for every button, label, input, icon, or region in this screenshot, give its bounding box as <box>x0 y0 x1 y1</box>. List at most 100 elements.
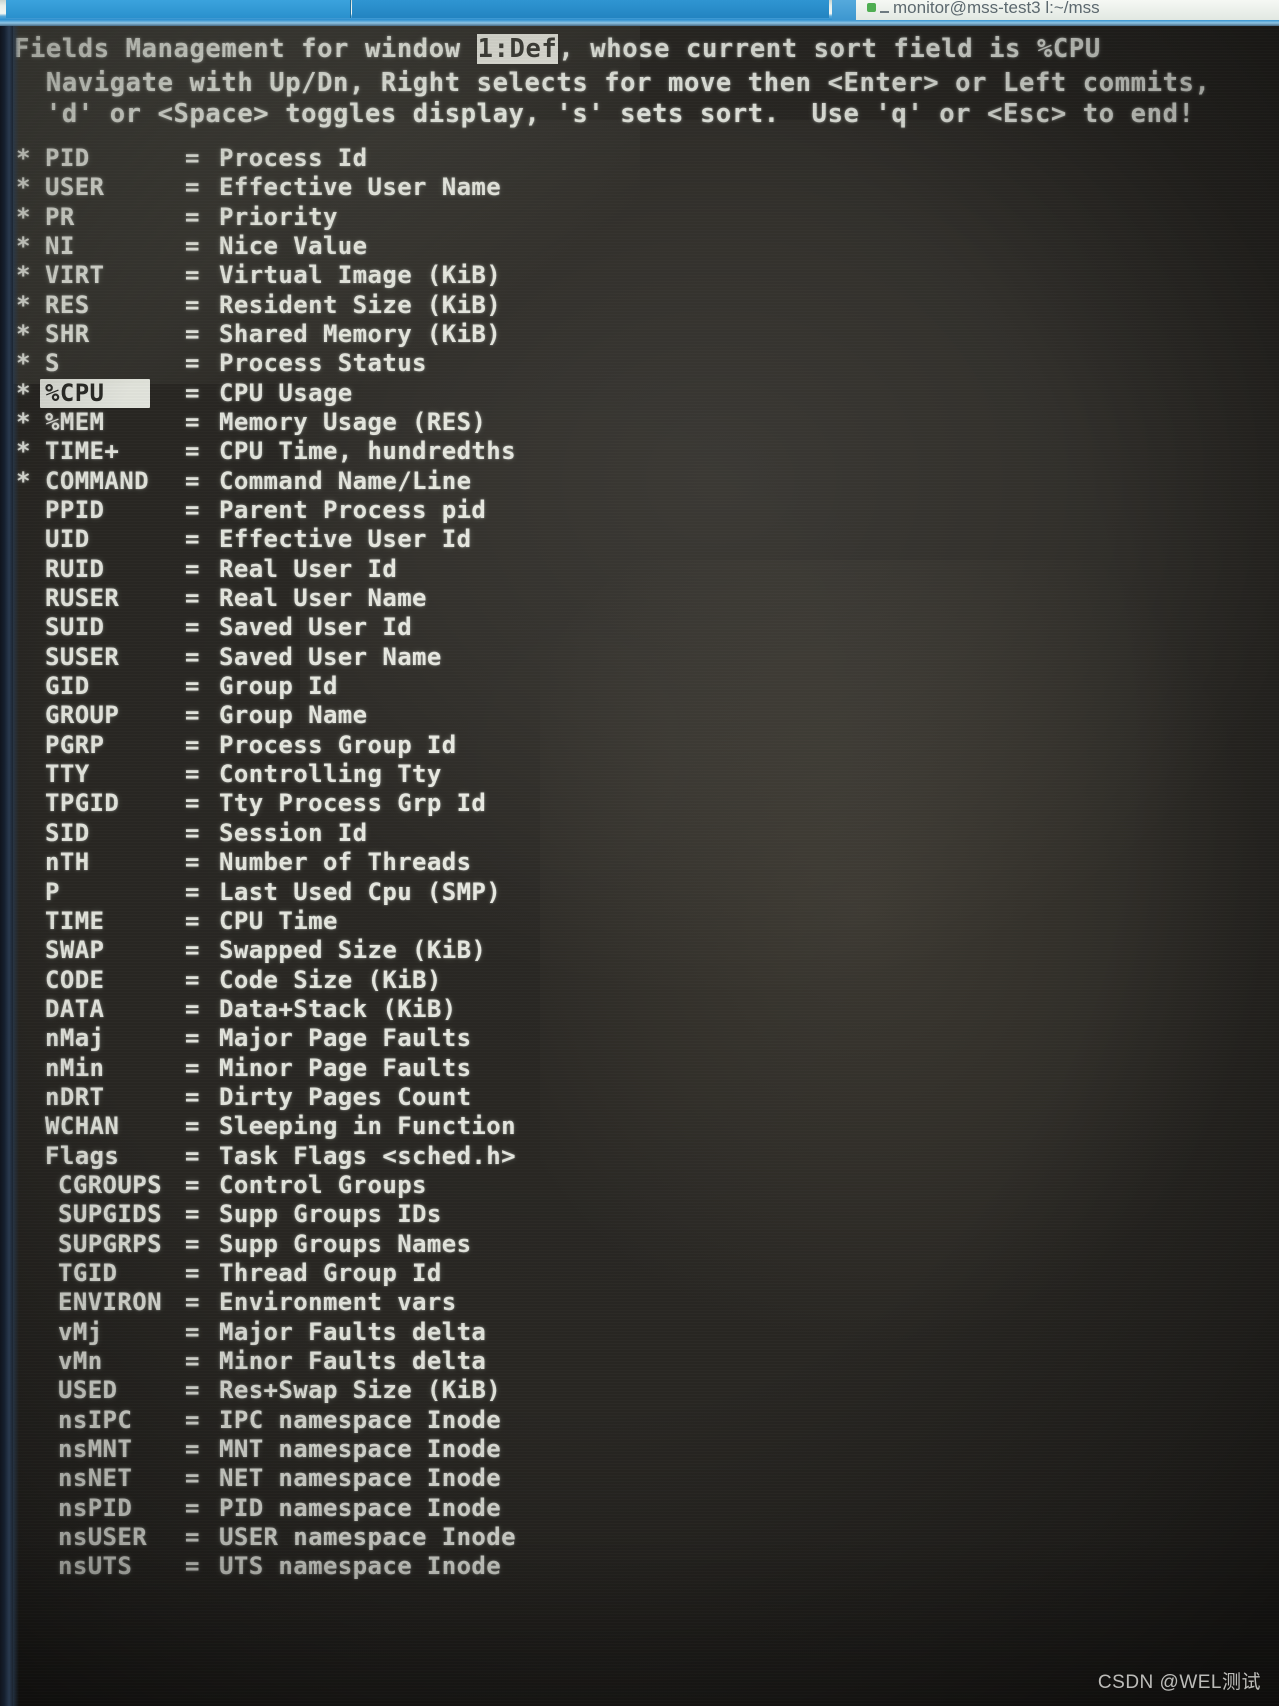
help-line-navigate: Navigate with Up/Dn, Right selects for m… <box>14 68 1211 98</box>
field-description: Res+Swap Size (KiB) <box>219 1376 502 1405</box>
field-name: USED <box>58 1376 118 1405</box>
field-equals-sign: = <box>185 408 200 437</box>
field-name: PGRP <box>45 730 105 759</box>
field-equals-sign: = <box>185 290 200 319</box>
field-description: Effective User Name <box>219 173 502 202</box>
field-description: Session Id <box>219 818 368 847</box>
field-equals-sign: = <box>185 818 200 847</box>
terminal-tab-divider <box>832 0 856 20</box>
field-description: Controlling Tty <box>219 760 442 789</box>
field-name: TTY <box>45 760 90 789</box>
field-name: RES <box>45 290 90 319</box>
field-description: Virtual Image (KiB) <box>219 261 502 290</box>
field-description: Nice Value <box>219 232 368 261</box>
field-name: RUSER <box>45 584 120 613</box>
field-equals-sign: = <box>185 994 200 1023</box>
watermark: CSDN @WEL测试 <box>1097 1672 1261 1693</box>
fields-management-title: Fields Management for window 1:Def, whos… <box>14 34 1101 64</box>
field-equals-sign: = <box>185 1053 200 1082</box>
field-name: nsMNT <box>58 1434 133 1463</box>
terminal-tab-secondary[interactable] <box>352 0 829 18</box>
field-equals-sign: = <box>185 466 200 495</box>
field-equals-sign: = <box>185 701 200 730</box>
field-name: RUID <box>45 554 105 583</box>
field-description: Supp Groups IDs <box>219 1200 442 1229</box>
field-equals-sign: = <box>185 320 200 349</box>
field-name: SUPGIDS <box>58 1200 162 1229</box>
field-equals-sign: = <box>185 554 200 583</box>
field-equals-sign: = <box>185 437 200 466</box>
field-equals-sign: = <box>185 760 200 789</box>
tab-prefix-icon <box>880 11 889 13</box>
field-description: IPC namespace Inode <box>219 1405 502 1434</box>
field-name: nDRT <box>45 1082 105 1111</box>
field-description: Code Size (KiB) <box>219 965 442 994</box>
field-description: Control Groups <box>219 1170 427 1199</box>
field-equals-sign: = <box>185 1258 200 1287</box>
field-description: Command Name/Line <box>219 466 472 495</box>
field-name: USER <box>45 173 105 202</box>
field-description: NET namespace Inode <box>219 1464 502 1493</box>
field-equals-sign: = <box>185 1464 200 1493</box>
field-equals-sign: = <box>185 965 200 994</box>
field-description: Resident Size (KiB) <box>219 290 502 319</box>
field-name: UID <box>45 525 90 554</box>
field-name: nTH <box>45 848 90 877</box>
field-name: %MEM <box>45 408 105 437</box>
field-name: nsPID <box>58 1493 133 1522</box>
field-description: Supp Groups Names <box>219 1229 472 1258</box>
field-equals-sign: = <box>185 1522 200 1551</box>
field-equals-sign: = <box>185 1024 200 1053</box>
field-name: vMj <box>58 1317 103 1346</box>
field-description: Number of Threads <box>219 848 472 877</box>
field-name: nsNET <box>58 1464 133 1493</box>
field-equals-sign: = <box>185 1493 200 1522</box>
field-name: NI <box>45 232 75 261</box>
field-name: nsIPC <box>58 1405 133 1434</box>
field-name: GID <box>45 672 90 701</box>
field-equals-sign: = <box>185 1434 200 1463</box>
field-description: Priority <box>219 202 338 231</box>
field-name: PID <box>45 144 90 172</box>
terminal-tab-active[interactable] <box>6 0 351 18</box>
field-equals-sign: = <box>185 173 200 202</box>
field-name: TIME <box>45 906 105 935</box>
window-left-border-glow <box>13 26 19 1706</box>
field-description: Process Id <box>219 144 368 172</box>
screenshot-root: monitor@mss-test3 l:~/mss Fields Managem… <box>0 0 1279 1706</box>
field-name: CODE <box>45 965 105 994</box>
field-name: SHR <box>45 320 90 349</box>
terminal-screen: Fields Management for window 1:Def, whos… <box>0 26 1279 1706</box>
field-equals-sign: = <box>185 525 200 554</box>
field-equals-sign: = <box>185 848 200 877</box>
field-name: ENVIRON <box>58 1288 162 1317</box>
field-equals-sign: = <box>185 1141 200 1170</box>
field-equals-sign: = <box>185 496 200 525</box>
field-description: Task Flags <sched.h> <box>219 1141 516 1170</box>
field-description: MNT namespace Inode <box>219 1434 502 1463</box>
field-equals-sign: = <box>185 672 200 701</box>
field-description: Last Used Cpu (SMP) <box>219 877 502 906</box>
field-name: %CPU <box>45 378 105 407</box>
field-description: Thread Group Id <box>219 1258 442 1287</box>
field-equals-sign: = <box>185 877 200 906</box>
field-equals-sign: = <box>185 1346 200 1375</box>
field-description: Parent Process pid <box>219 496 487 525</box>
field-equals-sign: = <box>185 202 200 231</box>
field-equals-sign: = <box>185 789 200 818</box>
field-name: P <box>45 877 60 906</box>
field-description: Saved User Id <box>219 613 413 642</box>
field-equals-sign: = <box>185 1170 200 1199</box>
field-equals-sign: = <box>185 349 200 378</box>
field-description: Swapped Size (KiB) <box>219 936 487 965</box>
field-name: SUID <box>45 613 105 642</box>
field-description: Environment vars <box>219 1288 457 1317</box>
field-name: DATA <box>45 994 105 1023</box>
field-equals-sign: = <box>185 906 200 935</box>
field-name: GROUP <box>45 701 120 730</box>
field-equals-sign: = <box>185 1552 200 1581</box>
field-name: COMMAND <box>45 466 149 495</box>
field-name: nMin <box>45 1053 105 1082</box>
field-description: Saved User Name <box>219 642 442 671</box>
title-prefix: Fields Management for window <box>14 34 477 64</box>
